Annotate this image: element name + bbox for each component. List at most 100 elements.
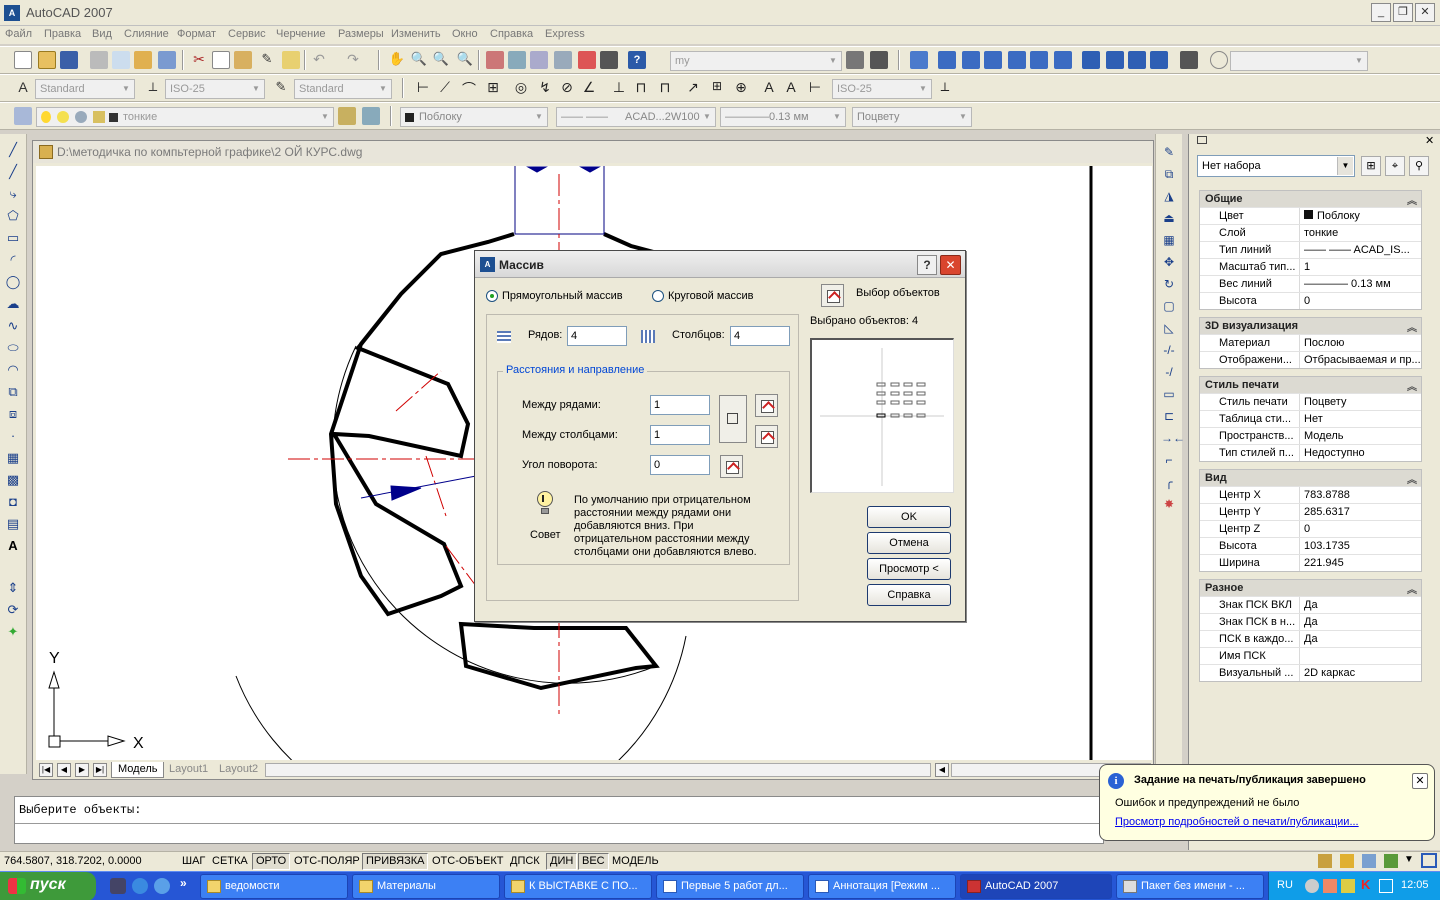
task-exhibition[interactable]: К ВЫСТАВКЕ С ПО... [504, 874, 652, 899]
prop-row[interactable]: Центр X 783.8788 [1200, 486, 1421, 503]
workspace-settings-icon[interactable] [846, 51, 864, 69]
prop-row[interactable]: Центр Z0 [1200, 520, 1421, 537]
ucs-icon[interactable] [910, 51, 928, 69]
extend-icon[interactable]: -/ [1161, 364, 1177, 380]
prop-row[interactable]: Визуальный ... 2D каркас [1200, 664, 1421, 681]
dim-edit-icon[interactable]: A [760, 79, 778, 97]
dim-arc-icon[interactable]: ⌒ [460, 79, 478, 97]
join-icon[interactable]: →← [1161, 430, 1185, 446]
stretch-icon[interactable]: ◺ [1161, 320, 1177, 336]
break-at-point-icon[interactable]: ▭ [1161, 386, 1177, 402]
linetype-combo[interactable]: —— —— ACAD...2W100 ▼ [556, 107, 716, 127]
minimize-button[interactable]: _ [1371, 3, 1391, 22]
polygon-icon[interactable]: ⬠ [5, 208, 21, 224]
section-header[interactable]: Общие ︽ [1200, 191, 1421, 207]
dim-update-icon[interactable]: ⊢ [806, 79, 824, 97]
prop-row[interactable]: Цвет Поблоку [1200, 207, 1421, 224]
prop-row[interactable]: Слой тонкие [1200, 224, 1421, 241]
command-line[interactable]: Выберите объекты: [14, 796, 1104, 844]
dim-style-icon[interactable]: ⟂ [144, 79, 162, 97]
columns-input[interactable]: 4 [730, 326, 790, 346]
task-materials[interactable]: Материалы [352, 874, 500, 899]
prop-row[interactable]: Отображени... Отбрасываемая и пр... [1200, 351, 1421, 368]
status-dyn[interactable]: ДИН [546, 853, 578, 870]
tray-volume-icon[interactable] [1379, 879, 1393, 893]
layer-combo[interactable]: тонкие ▼ [36, 107, 334, 127]
status-osnap[interactable]: ПРИВЯЗКА [362, 853, 429, 870]
quicklaunch-more-icon[interactable]: » [180, 876, 187, 890]
show-desktop-icon[interactable] [110, 878, 126, 894]
view-back-icon[interactable] [1054, 51, 1072, 69]
make-block-icon[interactable]: ⧈ [5, 406, 21, 422]
clean-screen-icon[interactable] [1421, 853, 1437, 868]
sweep-icon[interactable]: ✦ [5, 624, 21, 640]
zoom-realtime-icon[interactable]: 🔍 [410, 51, 428, 69]
text-style-icon[interactable]: A [14, 79, 32, 97]
prop-row[interactable]: Вес линий ———— 0.13 мм [1200, 275, 1421, 292]
workspace-combo[interactable]: my ▼ [670, 51, 842, 71]
ellipse-icon[interactable]: ⬭ [5, 340, 21, 356]
rows-input[interactable]: 4 [567, 326, 627, 346]
balloon-details-link[interactable]: Просмотр подробностей о печати/публикаци… [1115, 816, 1359, 828]
palette-close-icon[interactable]: ✕ [1425, 134, 1434, 147]
view-left-icon[interactable] [984, 51, 1002, 69]
move-icon[interactable]: ✥ [1161, 254, 1177, 270]
prop-row[interactable]: Масштаб тип... 1 [1200, 258, 1421, 275]
plot-preview-icon[interactable] [112, 51, 130, 69]
iso-ne-icon[interactable] [1128, 51, 1146, 69]
menu-edit[interactable]: Правка [44, 28, 81, 40]
iso-se-icon[interactable] [1106, 51, 1124, 69]
spline-icon[interactable]: ∿ [5, 318, 21, 334]
view-bottom-icon[interactable] [962, 51, 980, 69]
section-header[interactable]: Стиль печати ︽ [1200, 377, 1421, 393]
pick-angle-button[interactable] [720, 455, 743, 478]
radio-polar[interactable] [652, 290, 664, 302]
horizontal-scrollbar[interactable] [265, 763, 931, 777]
status-snap[interactable]: ШАГ [178, 853, 209, 870]
select-objects-icon[interactable]: ⌖ [1385, 156, 1405, 176]
polyline-icon[interactable]: ⤷ [5, 186, 21, 202]
copy-icon[interactable] [212, 51, 230, 69]
column-offset-input[interactable]: 1 [650, 425, 710, 445]
pick-column-offset-button[interactable] [755, 425, 778, 448]
explode-icon[interactable]: ✸ [1161, 496, 1177, 512]
prop-row[interactable]: Высота 103.1735 [1200, 537, 1421, 554]
balloon-close-button[interactable]: ✕ [1412, 773, 1428, 789]
palette-minimize-icon[interactable] [1197, 136, 1207, 144]
language-indicator[interactable]: RU [1277, 879, 1293, 891]
help-button[interactable]: Справка [867, 584, 951, 606]
view-top-icon[interactable] [938, 51, 956, 69]
cancel-button[interactable]: Отмена [867, 532, 951, 554]
design-center-icon[interactable] [508, 51, 526, 69]
break-icon[interactable]: ⊏ [1161, 408, 1177, 424]
workspace-save-icon[interactable] [870, 51, 888, 69]
dim-style-manager-icon[interactable]: ⟂ [936, 79, 954, 97]
insert-block-icon[interactable]: ⧉ [5, 384, 21, 400]
status-lwt[interactable]: ВЕС [578, 853, 609, 870]
table-style-combo[interactable]: Standard ▼ [294, 79, 392, 99]
arc-icon[interactable]: ◜ [5, 252, 21, 268]
erase-icon[interactable]: ✎ [1161, 144, 1177, 160]
zoom-previous-icon[interactable]: 🔍 [456, 51, 474, 69]
help-icon[interactable]: ? [628, 51, 646, 69]
status-ortho[interactable]: ОРТО [252, 853, 291, 870]
dim-aligned-icon[interactable]: ⟋ [436, 79, 454, 97]
dim-ordinate-icon[interactable]: ⊞ [484, 79, 502, 97]
circle-icon[interactable]: ◯ [5, 274, 21, 290]
selection-select[interactable]: Нет набора ▼ [1197, 155, 1355, 177]
menu-merge[interactable]: Слияние [124, 28, 169, 40]
menu-modify[interactable]: Изменить [391, 28, 441, 40]
dim-continue-icon[interactable]: ⊓ [656, 79, 674, 97]
lock-icon[interactable] [1340, 854, 1354, 868]
tab-model[interactable]: Модель [111, 762, 165, 778]
new-icon[interactable] [14, 51, 32, 69]
zoom-window-icon[interactable]: 🔍 [432, 51, 450, 69]
menu-draw[interactable]: Черчение [276, 28, 326, 40]
section-header[interactable]: 3D визуализация ︽ [1200, 318, 1421, 334]
tab-layout2[interactable]: Layout2 [213, 762, 264, 778]
array-icon[interactable]: ▦ [1161, 232, 1177, 248]
tolerance-icon[interactable]: ⊞ [708, 79, 726, 97]
scale-icon[interactable]: ▢ [1161, 298, 1177, 314]
mirror-icon[interactable]: ◮ [1161, 188, 1177, 204]
plotstyle-combo[interactable]: Поцвету ▼ [852, 107, 972, 127]
